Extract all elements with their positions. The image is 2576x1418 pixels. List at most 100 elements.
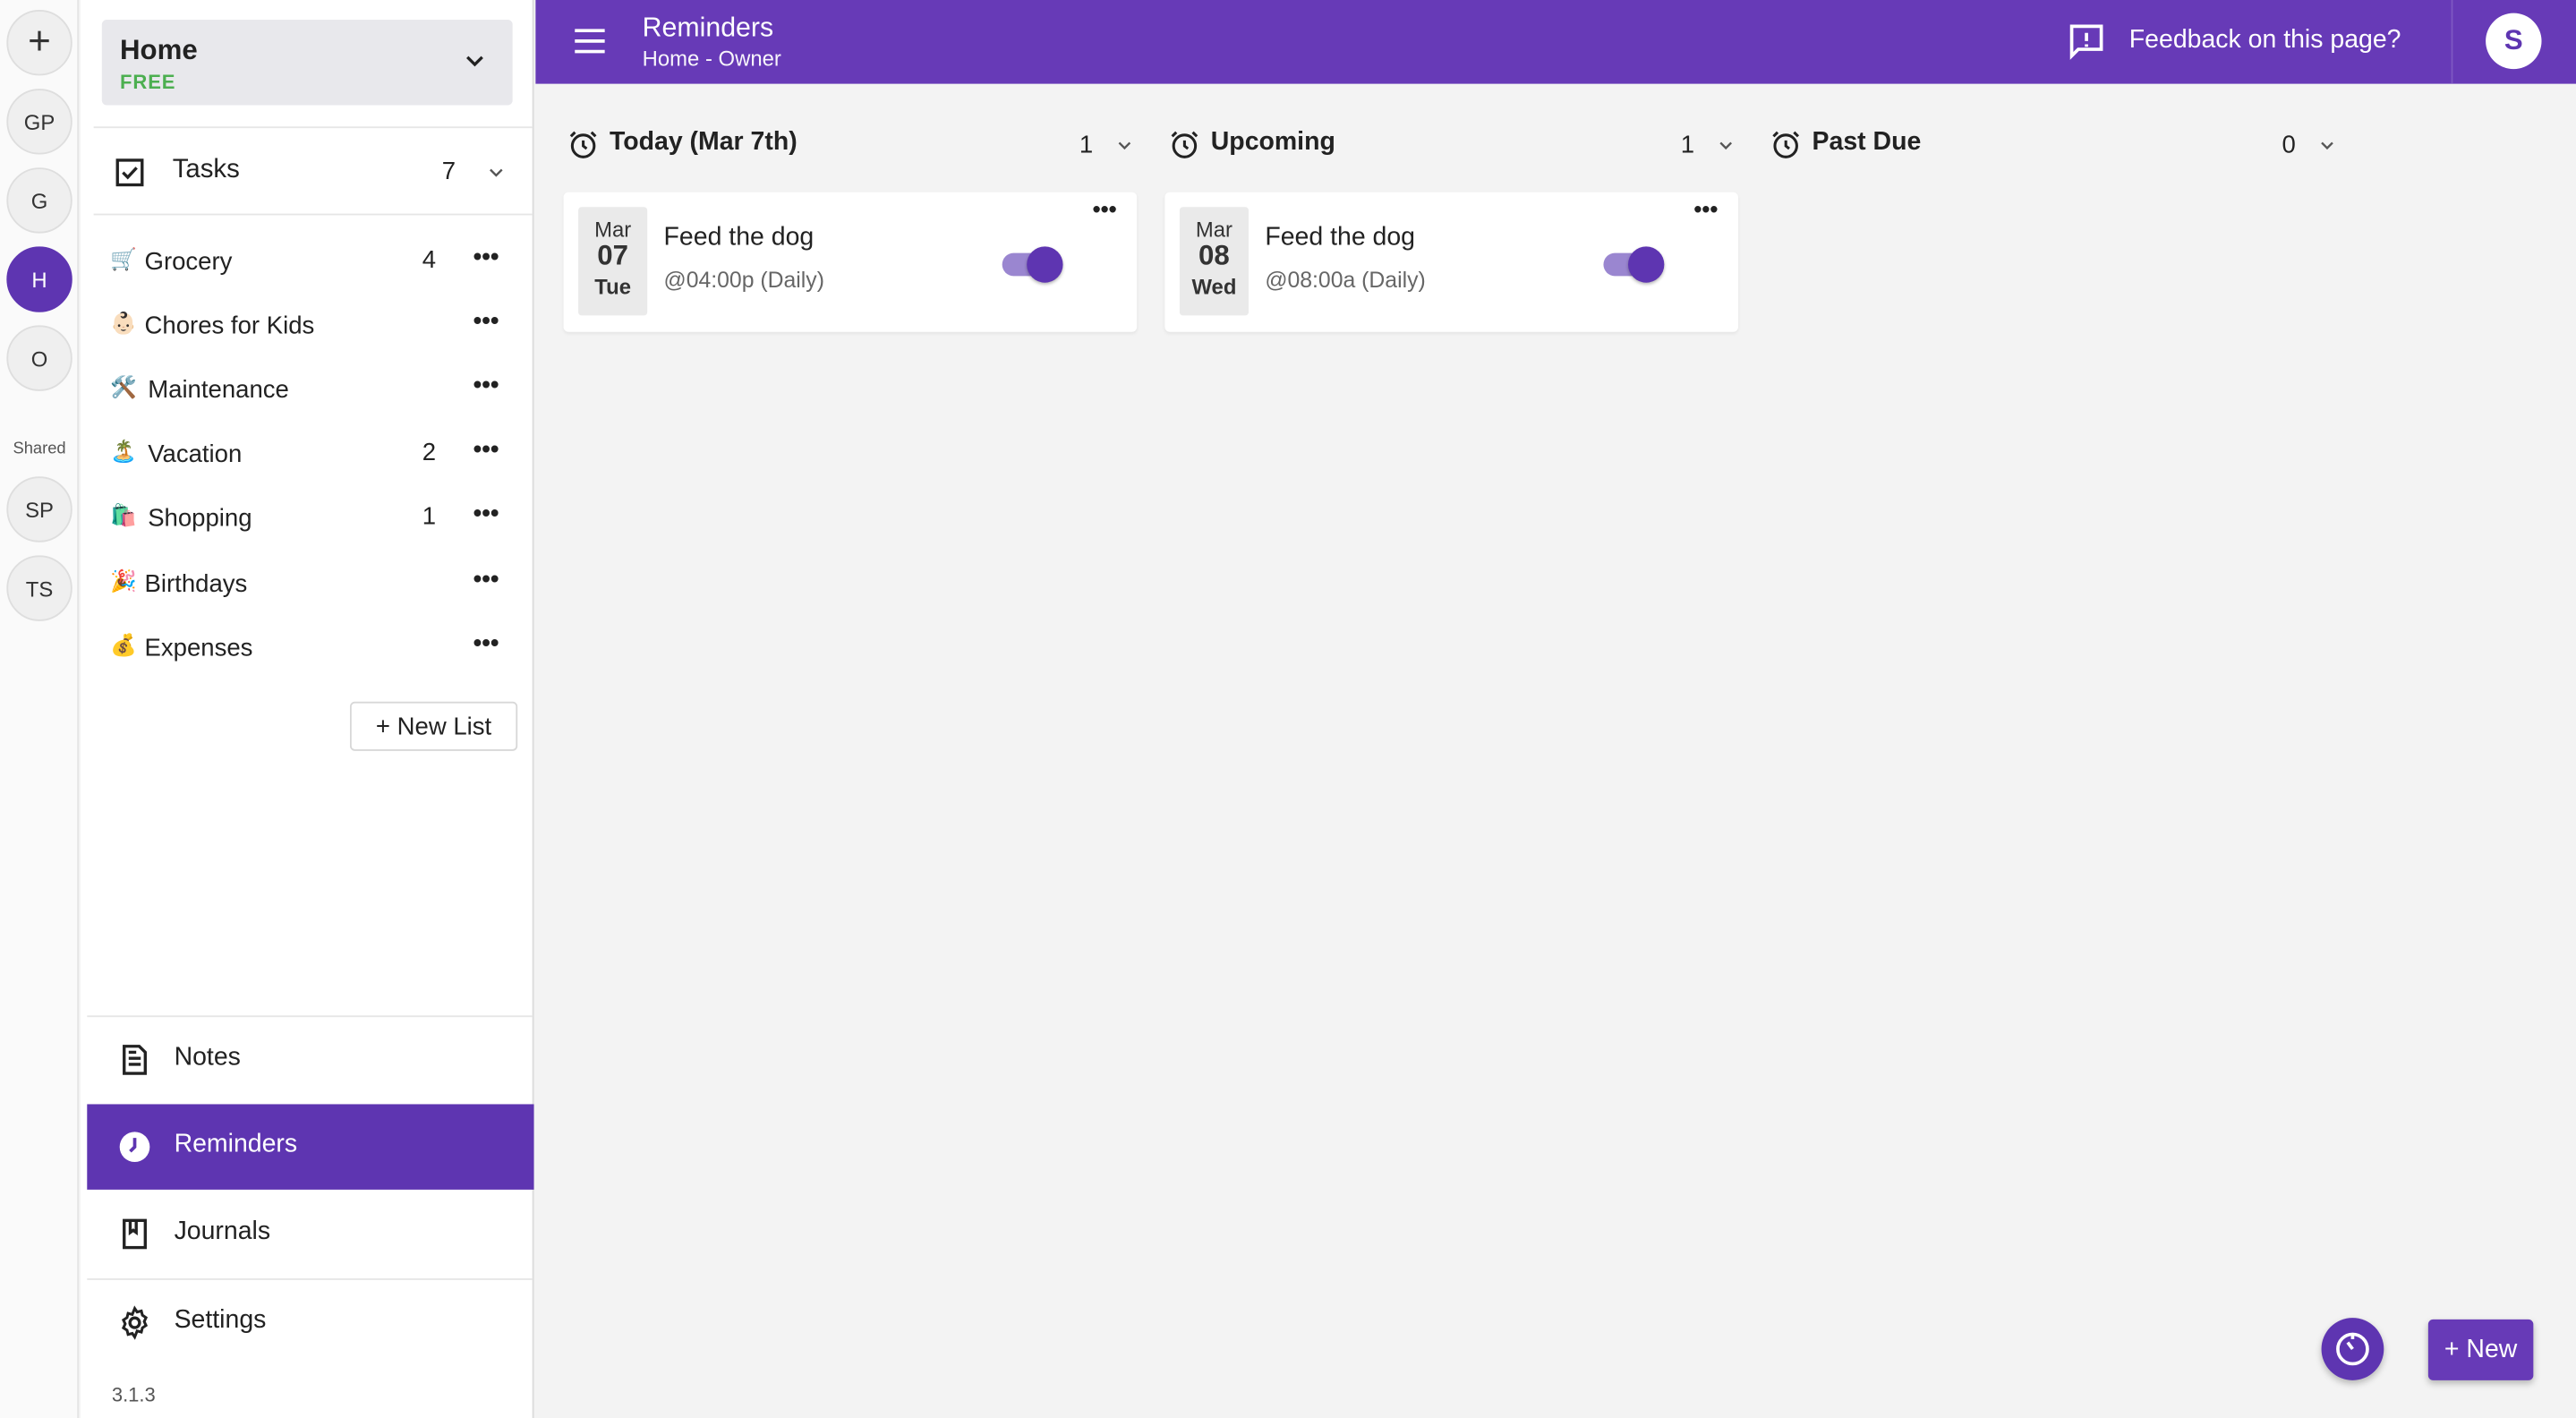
top-app-bar: Reminders Home - Owner Feedback on this … (535, 0, 2576, 84)
workspace-select[interactable]: Home FREE (101, 20, 513, 106)
alarm-clock-icon (569, 131, 597, 158)
reminder-schedule: @08:00a (Daily) (1265, 268, 1426, 293)
timer-button[interactable] (2321, 1318, 2384, 1380)
more-options-icon[interactable]: ••• (1093, 195, 1117, 221)
reminder-card[interactable]: Mar 08 Wed Feed the dog @08:00a (Daily) … (1164, 192, 1738, 332)
app-root: + GP G H O Shared SP TS Home FREE Tasks … (0, 0, 2576, 1418)
workspace-rail: + GP G H O Shared SP TS (0, 0, 80, 1418)
more-options-icon[interactable]: ••• (1693, 195, 1718, 221)
list-item-birthdays[interactable]: 🎉 Birthdays ••• (110, 560, 521, 610)
date-badge: Mar 07 Tue (578, 207, 648, 316)
gear-icon (121, 1305, 149, 1340)
reminder-title: Feed the dog (1265, 223, 1416, 252)
money-bag-icon: 💰 (109, 632, 137, 658)
column-header: Today (Mar 7th) 1 (567, 118, 1141, 171)
workspace-o-button[interactable]: O (6, 325, 73, 391)
column-title: Upcoming (1210, 128, 1335, 157)
new-list-button[interactable]: + New List (349, 701, 518, 751)
date-weekday: Wed (1191, 274, 1237, 300)
divider (2451, 0, 2453, 84)
divider (93, 126, 533, 129)
reminder-title: Feed the dog (663, 223, 815, 252)
reminder-toggle[interactable] (1600, 244, 1666, 283)
more-options-icon[interactable]: ••• (473, 307, 499, 335)
nav-journals[interactable]: Journals (87, 1192, 533, 1277)
list-item-vacation[interactable]: 🏝️ Vacation 2 ••• (110, 431, 521, 480)
chevron-down-icon[interactable] (2316, 135, 2338, 157)
chevron-down-icon[interactable] (1715, 135, 1736, 157)
nav-notes[interactable]: Notes (87, 1017, 533, 1102)
shopping-bags-icon: 🛍️ (109, 502, 137, 528)
workspace-gp-button[interactable]: GP (6, 89, 73, 155)
chevron-down-icon[interactable] (1113, 135, 1135, 157)
date-badge: Mar 08 Wed (1179, 207, 1249, 316)
list-item-count: 2 (422, 439, 437, 467)
reminder-schedule: @04:00p (Daily) (663, 268, 824, 293)
list-item-label: Shopping (148, 504, 252, 533)
page-subtitle: Home - Owner (642, 46, 781, 71)
nav-label: Journals (174, 1217, 271, 1246)
list-item-expenses[interactable]: 💰 Expenses ••• (110, 624, 521, 673)
feedback-link[interactable]: Feedback on this page? (2129, 26, 2401, 56)
more-options-icon[interactable]: ••• (473, 372, 499, 399)
clock-icon (119, 1132, 150, 1163)
new-reminder-button[interactable]: + New (2427, 1319, 2534, 1380)
list-item-grocery[interactable]: 🛒 Grocery 4 ••• (110, 238, 521, 287)
workspace-plan-badge: FREE (119, 70, 176, 94)
date-day: 08 (1198, 239, 1230, 271)
add-workspace-button[interactable]: + (6, 10, 73, 76)
column-title: Today (Mar 7th) (609, 128, 798, 157)
shared-label: Shared (13, 440, 66, 459)
chevron-down-icon[interactable] (484, 161, 508, 184)
date-weekday: Tue (594, 274, 631, 300)
reminder-card[interactable]: Mar 07 Tue Feed the dog @04:00p (Daily) … (563, 192, 1138, 332)
tools-icon: 🛠️ (109, 374, 137, 400)
more-options-icon[interactable]: ••• (473, 500, 499, 527)
list-item-label: Chores for Kids (144, 312, 315, 340)
checkbox-icon (115, 158, 144, 187)
column-header: Past Due 0 (1770, 118, 2344, 171)
reminder-toggle[interactable] (999, 244, 1064, 283)
more-options-icon[interactable]: ••• (473, 629, 499, 657)
divider (93, 213, 533, 216)
list-item-count: 1 (422, 502, 437, 531)
nav-label: Notes (174, 1043, 241, 1072)
date-day: 07 (597, 239, 628, 271)
feedback-icon[interactable] (2067, 21, 2106, 61)
tasks-label: Tasks (172, 156, 240, 184)
more-options-icon[interactable]: ••• (473, 243, 499, 271)
more-options-icon[interactable]: ••• (473, 435, 499, 463)
column-count: 0 (2282, 131, 2296, 160)
date-month: Mar (1195, 217, 1233, 242)
list-item-chores-for-kids[interactable]: 👶🏻 Chores for Kids ••• (110, 303, 521, 352)
avatar[interactable]: S (2486, 13, 2542, 70)
list-item-count: 4 (422, 246, 437, 275)
list-item-label: Expenses (144, 634, 253, 662)
list-item-label: Birthdays (144, 569, 248, 599)
chevron-down-icon (466, 56, 483, 67)
workspace-g-button[interactable]: G (6, 167, 73, 234)
list-item-maintenance[interactable]: 🛠️ Maintenance ••• (110, 366, 521, 415)
more-options-icon[interactable]: ••• (473, 565, 499, 593)
nav-reminders[interactable]: Reminders (87, 1104, 534, 1190)
shared-ts-button[interactable]: TS (6, 555, 73, 621)
workspace-name: Home (119, 34, 198, 66)
nav-settings[interactable]: Settings (87, 1280, 533, 1365)
column-title: Past Due (1812, 128, 1922, 157)
list-item-shopping[interactable]: 🛍️ Shopping 1 ••• (110, 494, 521, 543)
timer-icon (2336, 1332, 2369, 1366)
shared-sp-button[interactable]: SP (6, 476, 73, 542)
tasks-count: 7 (441, 158, 456, 186)
sidebar: Home FREE Tasks 7 🛒 Grocery 4 ••• 👶🏻 Cho… (80, 0, 534, 1418)
nav-label: Reminders (174, 1130, 298, 1159)
alarm-clock-icon (1171, 131, 1198, 158)
alarm-clock-icon (1772, 131, 1800, 158)
baby-icon: 👶🏻 (109, 310, 137, 336)
workspace-h-button[interactable]: H (6, 246, 73, 312)
tasks-row[interactable]: Tasks 7 (94, 132, 521, 210)
list-item-label: Maintenance (148, 376, 289, 405)
cart-icon: 🛒 (109, 246, 137, 271)
notes-icon (123, 1045, 147, 1075)
menu-icon[interactable] (572, 25, 608, 58)
list-item-label: Vacation (148, 440, 243, 469)
